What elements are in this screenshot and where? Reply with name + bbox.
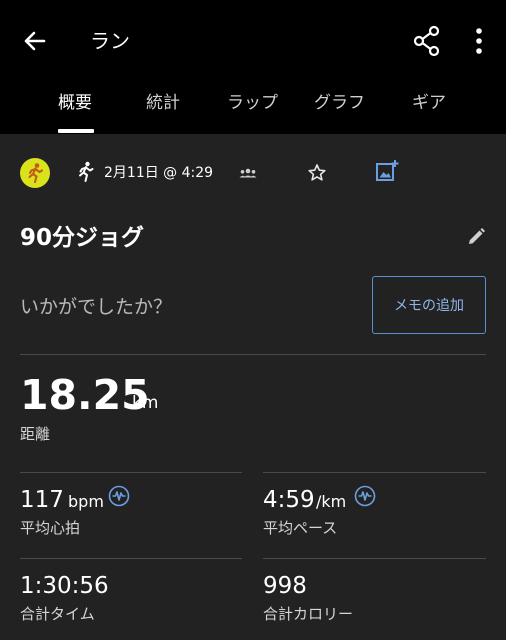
activity-name: 90分ジョグ [20,225,145,251]
arrow-left-icon [24,31,46,51]
avg-pace-label: 平均ペース [263,519,338,537]
tab-stats[interactable]: 統計 [146,92,180,114]
star-icon[interactable] [306,162,328,184]
activity-type-icon [20,158,50,188]
divider [263,558,486,559]
divider [20,472,242,473]
divider [20,558,242,559]
total-time-label: 合計タイム [20,605,95,623]
total-time-value: 1:30:56 [20,573,109,599]
runner-icon [28,163,44,184]
page-title: ラン [90,29,130,53]
more-options-button[interactable] [468,24,490,58]
avg-heart-rate-label: 平均心拍 [20,519,81,537]
divider [20,354,486,355]
heart-rate-zone-icon[interactable] [108,485,130,507]
running-icon [74,160,96,184]
add-memo-button[interactable]: メモの追加 [372,276,486,334]
avg-heart-rate-value: 117 [20,487,64,513]
group-icon[interactable] [238,163,258,183]
avg-heart-rate-unit: bpm [68,492,104,511]
edit-icon[interactable] [464,225,488,249]
feeling-prompt: いかがでしたか？ [20,296,173,318]
more-vertical-icon [476,28,482,54]
avg-pace-value: 4:59 [263,487,315,513]
distance-label: 距離 [20,425,51,443]
share-icon [413,25,440,57]
pace-zone-icon[interactable] [354,485,376,507]
distance-value: 18.25 [20,371,150,419]
tab-graph[interactable]: グラフ [314,92,365,114]
back-button[interactable] [18,24,52,58]
tab-laps[interactable]: ラップ [227,92,278,114]
top-bar: ラン 概要 統計 ラップ グラフ ギア [0,0,506,134]
tab-overview[interactable]: 概要 [58,92,92,114]
total-calories-value: 998 [263,573,307,599]
share-button[interactable] [412,24,442,58]
tab-gear[interactable]: ギア [412,92,446,114]
add-photo-icon[interactable] [374,158,400,184]
active-tab-indicator [58,129,94,133]
divider [263,472,486,473]
total-calories-label: 合計カロリー [263,605,354,623]
distance-unit: km [132,393,159,413]
activity-date: 2月11日 @ 4:29 [104,165,214,181]
avg-pace-unit: /km [316,492,347,511]
